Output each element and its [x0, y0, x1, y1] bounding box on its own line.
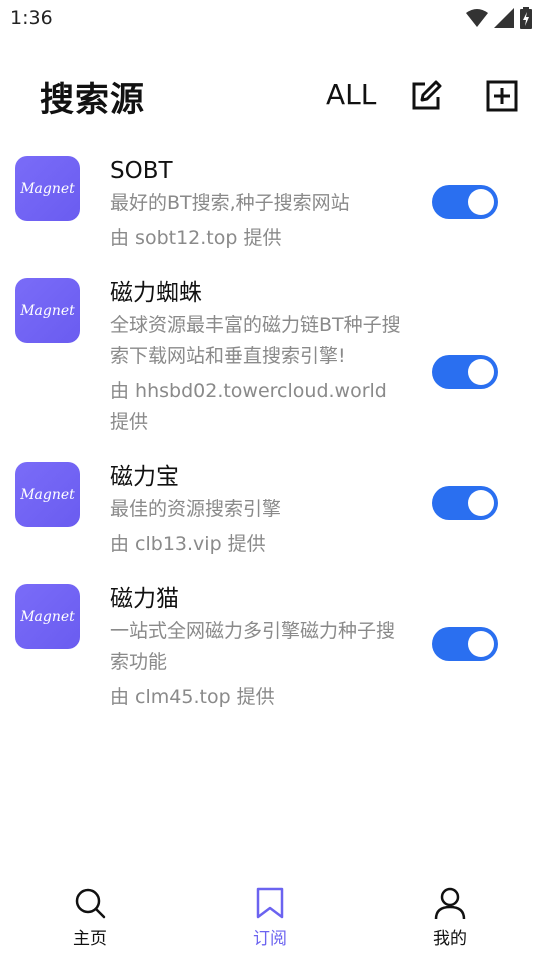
bottom-nav: 主页 订阅 我的 [0, 880, 540, 960]
magnet-logo: Magnet [15, 278, 80, 343]
battery-icon [520, 7, 532, 29]
status-bar: 1:36 [0, 0, 540, 36]
magnet-logo: Magnet [15, 462, 80, 527]
bookmark-icon [256, 887, 284, 919]
wifi-icon [466, 9, 488, 27]
all-button[interactable]: ALL [326, 78, 376, 111]
nav-subscribe[interactable]: 订阅 [180, 880, 360, 960]
status-time: 1:36 [10, 7, 53, 29]
source-name: SOBT [110, 158, 173, 184]
source-desc: 全球资源最丰富的磁力链BT种子搜索下载网站和垂直搜索引擎! [110, 314, 401, 367]
user-icon [434, 887, 466, 920]
enable-toggle[interactable] [432, 355, 498, 389]
source-item: Magnet SOBT 最好的BT搜索,种子搜索网站 由 sobt12.top … [0, 150, 540, 272]
nav-label: 主页 [73, 929, 107, 949]
magnet-logo: Magnet [15, 156, 80, 221]
nav-label: 订阅 [253, 929, 287, 949]
nav-label: 我的 [433, 929, 467, 949]
source-provider: 由 clb13.vip 提供 [110, 533, 266, 555]
source-desc: 一站式全网磁力多引擎磁力种子搜索功能 [110, 620, 396, 673]
source-desc: 最佳的资源搜索引擎 [110, 498, 282, 520]
source-name: 磁力蜘蛛 [110, 280, 202, 306]
source-name: 磁力宝 [110, 464, 179, 490]
source-item: Magnet 磁力蜘蛛 全球资源最丰富的磁力链BT种子搜索下载网站和垂直搜索引擎… [0, 272, 540, 456]
source-item: Magnet 磁力宝 最佳的资源搜索引擎 由 clb13.vip 提供 [0, 456, 540, 578]
nav-home[interactable]: 主页 [0, 880, 180, 960]
add-icon[interactable] [486, 80, 518, 112]
page-title: 搜索源 [40, 80, 145, 120]
edit-icon[interactable] [410, 80, 442, 112]
source-list: Magnet SOBT 最好的BT搜索,种子搜索网站 由 sobt12.top … [0, 150, 540, 731]
enable-toggle[interactable] [432, 185, 498, 219]
magnet-logo: Magnet [15, 584, 80, 649]
nav-profile[interactable]: 我的 [360, 880, 540, 960]
source-provider: 由 sobt12.top 提供 [110, 227, 282, 249]
enable-toggle[interactable] [432, 486, 498, 520]
source-desc: 最好的BT搜索,种子搜索网站 [110, 192, 350, 214]
status-icons [466, 7, 532, 29]
header: 搜索源 ALL [0, 60, 540, 132]
source-item: Magnet 磁力猫 一站式全网磁力多引擎磁力种子搜索功能 由 clm45.to… [0, 578, 540, 731]
signal-icon [494, 8, 514, 28]
source-provider: 由 clm45.top 提供 [110, 686, 275, 708]
enable-toggle[interactable] [432, 627, 498, 661]
source-provider: 由 hhsbd02.towercloud.world 提供 [110, 380, 387, 433]
search-icon [75, 888, 106, 919]
source-name: 磁力猫 [110, 586, 179, 612]
